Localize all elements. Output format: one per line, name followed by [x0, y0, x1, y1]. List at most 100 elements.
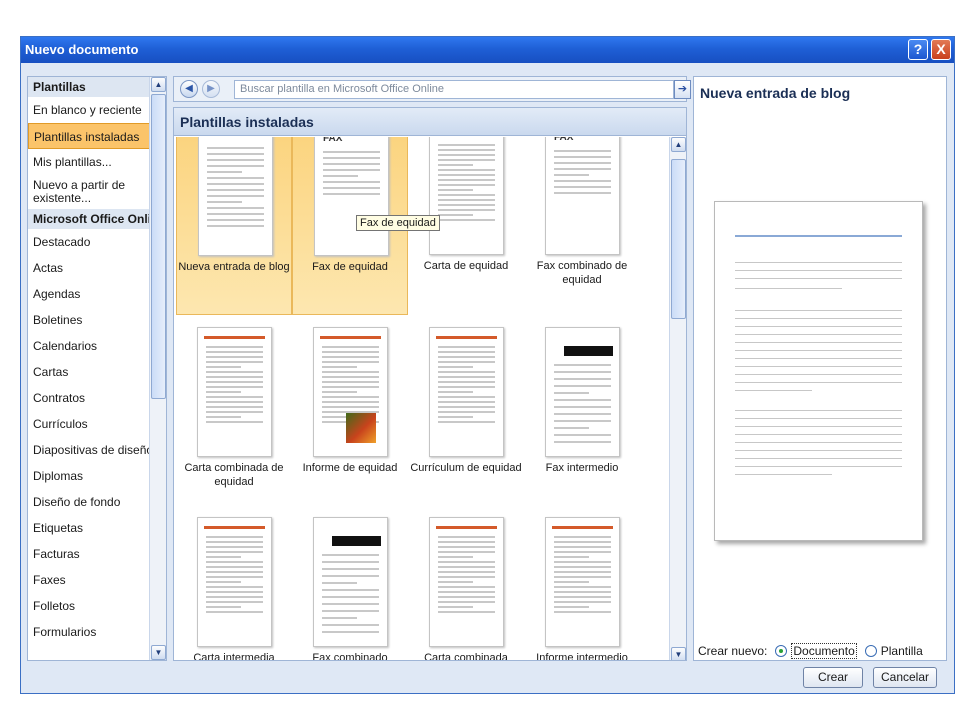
preview-title: Nueva entrada de blog [700, 85, 851, 101]
text-line [206, 386, 263, 388]
sidebar-item[interactable]: Agendas [28, 281, 150, 307]
template-thumbnail: FAX [314, 137, 389, 256]
sidebar-item[interactable]: Plantillas instaladas [28, 123, 150, 149]
preview-line [735, 326, 902, 327]
create-new-label: Crear nuevo: [698, 644, 768, 658]
text-line [206, 356, 263, 358]
text-line [206, 406, 263, 408]
sidebar-item[interactable]: Diapositivas de diseño [28, 437, 153, 463]
sidebar-item[interactable]: Formularios [28, 619, 150, 645]
template-tile[interactable]: Informe intermedio [524, 505, 640, 660]
text-line [438, 356, 495, 358]
text-line [438, 346, 495, 348]
text-line [206, 396, 263, 398]
text-line [554, 536, 611, 538]
text-line [438, 371, 495, 373]
forward-arrow-icon[interactable]: ▶ [202, 80, 220, 98]
template-gallery-pane: ◀ ▶ Buscar plantilla en Microsoft Office… [173, 76, 691, 661]
sidebar-item[interactable]: Faxes [28, 567, 150, 593]
scroll-down-icon[interactable]: ▼ [671, 647, 686, 660]
text-line [438, 219, 495, 221]
text-line [554, 606, 589, 608]
sidebar-item[interactable]: Nuevo a partir de existente... [28, 175, 150, 209]
sidebar-item[interactable]: Calendarios [28, 333, 150, 359]
template-radio[interactable] [864, 645, 877, 657]
template-tile[interactable]: Carta intermedia [176, 505, 292, 660]
document-option-label[interactable]: Documento [791, 643, 857, 659]
template-tile[interactable]: Fax intermedio [524, 315, 640, 505]
text-line [207, 195, 264, 197]
template-gallery: Plantillas instaladas Nueva entrada de b… [173, 107, 687, 661]
text-line [207, 213, 264, 215]
text-line [438, 174, 495, 176]
text-line [554, 551, 611, 553]
text-line [438, 209, 495, 211]
text-line [554, 586, 611, 588]
text-line [438, 366, 473, 368]
sidebar-item[interactable]: Cartas [28, 359, 150, 385]
text-line [554, 385, 611, 387]
search-go-icon[interactable]: ➔ [674, 80, 691, 99]
help-button[interactable]: ? [908, 39, 928, 60]
text-line [554, 556, 589, 558]
sidebar-item[interactable]: Actas [28, 255, 150, 281]
template-tile[interactable]: Carta combinada [408, 505, 524, 660]
text-line [206, 346, 263, 348]
text-line [323, 163, 380, 165]
text-line [438, 406, 495, 408]
text-line [322, 582, 357, 584]
sidebar-item[interactable]: Diplomas [28, 463, 150, 489]
category-scrollbar[interactable]: ▲ ▼ [149, 77, 166, 660]
sidebar-item[interactable]: Currículos [28, 411, 150, 437]
text-line [323, 181, 380, 183]
sidebar-item[interactable]: Boletines [28, 307, 150, 333]
sidebar-item[interactable]: Facturas [28, 541, 150, 567]
text-line [554, 576, 611, 578]
scroll-thumb[interactable] [151, 94, 166, 399]
sidebar-item[interactable]: Diseño de fondo [28, 489, 150, 515]
scroll-down-icon[interactable]: ▼ [151, 645, 166, 660]
flower-photo [346, 413, 376, 443]
scroll-up-icon[interactable]: ▲ [671, 137, 686, 152]
sidebar-item[interactable]: Contratos [28, 385, 150, 411]
document-radio[interactable] [775, 645, 788, 657]
template-tile[interactable]: Fax combinado [292, 505, 408, 660]
preview-line [735, 466, 902, 467]
sidebar-item[interactable]: Destacado [28, 229, 150, 255]
text-line [322, 376, 379, 378]
template-tile[interactable]: Currículum de equidad [408, 315, 524, 505]
text-line [207, 171, 242, 173]
template-option-label[interactable]: Plantilla [881, 644, 923, 658]
text-line [438, 376, 495, 378]
sidebar-item[interactable]: Etiquetas [28, 515, 150, 541]
template-name: Nueva entrada de blog [178, 261, 290, 273]
preview-pane: Nueva entrada de blog Crear nuevo: Docum… [693, 76, 947, 661]
text-line [322, 589, 379, 591]
sidebar-item[interactable]: Folletos [28, 593, 150, 619]
text-line [206, 541, 263, 543]
close-button[interactable]: X [931, 39, 951, 60]
sidebar-item[interactable]: En blanco y reciente [28, 97, 150, 123]
create-button[interactable]: Crear [803, 667, 863, 688]
preview-line [735, 450, 902, 451]
text-line [438, 611, 495, 613]
accent-rule [552, 526, 613, 529]
text-line [438, 566, 495, 568]
text-line [554, 192, 611, 194]
scroll-up-icon[interactable]: ▲ [151, 77, 166, 92]
template-thumbnail [545, 327, 620, 457]
text-line [322, 610, 379, 612]
back-arrow-icon[interactable]: ◀ [180, 80, 198, 98]
gallery-scrollbar[interactable]: ▲ ▼ [669, 137, 686, 660]
text-line [438, 581, 473, 583]
search-input[interactable]: Buscar plantilla en Microsoft Office Onl… [234, 80, 674, 99]
sidebar-item[interactable]: Mis plantillas... [28, 149, 150, 175]
template-tile[interactable]: FAX Fax combinado de equidad [524, 137, 640, 315]
template-tile[interactable]: Nueva entrada de blog [176, 137, 292, 315]
template-tile[interactable]: Informe de equidad [292, 315, 408, 505]
preview-line [735, 288, 842, 289]
scroll-thumb[interactable] [671, 159, 686, 319]
preview-line [735, 262, 902, 263]
cancel-button[interactable]: Cancelar [873, 667, 937, 688]
template-tile[interactable]: Carta combinada de equidad [176, 315, 292, 505]
